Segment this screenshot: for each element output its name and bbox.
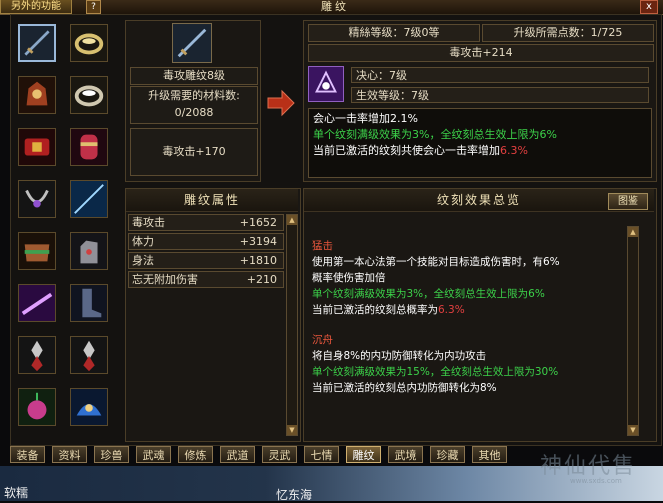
tab-collection[interactable]: 珍藏 bbox=[430, 446, 465, 463]
attribute-scrollbar[interactable]: ▲ ▼ bbox=[286, 214, 298, 436]
scroll-down-icon[interactable]: ▼ bbox=[628, 425, 638, 435]
carving-item-name: 毒攻雕纹8级 bbox=[130, 67, 258, 85]
attr-row: 身法 +1810 bbox=[128, 252, 284, 269]
material-requirement: 升级需要的材料数: 0/2088 bbox=[130, 86, 258, 124]
slot-charm2-icon[interactable] bbox=[70, 336, 108, 374]
slot-mount-icon[interactable] bbox=[70, 388, 108, 426]
desc-line-3: 当前已激活的纹刻共使会心一击率增加6.3% bbox=[313, 143, 647, 159]
desc-line-1: 会心一击率增加2.1% bbox=[313, 112, 418, 125]
tab-equipment[interactable]: 装备 bbox=[10, 446, 45, 463]
slot-bracer-icon[interactable] bbox=[70, 128, 108, 166]
refine-level: 精絲等级：7级0等 bbox=[308, 24, 480, 42]
attr-key: 体力 bbox=[132, 235, 154, 248]
skill-rune-icon bbox=[308, 66, 344, 102]
codex-button[interactable]: 图鉴 bbox=[608, 193, 648, 210]
desc-line-3-text: 当前已激活的纹刻共使会心一击率增加 bbox=[313, 144, 500, 157]
skill-description: 会心一击率增加2.1% 单个纹刻满级效果为3%，全纹刻总生效上限为6% 当前已激… bbox=[308, 108, 652, 178]
scroll-up-icon[interactable]: ▲ bbox=[628, 227, 638, 237]
overview-line: 概率使伤害加倍 bbox=[312, 272, 386, 284]
attr-key: 毒攻击 bbox=[132, 216, 165, 229]
overview-line-text: 当前已激活的纹刻总概率为 bbox=[312, 304, 438, 316]
slot-necklace-icon[interactable] bbox=[18, 180, 56, 218]
slot-helmet-icon[interactable] bbox=[18, 76, 56, 114]
overview-line: 当前已激活的纹刻总概率为6.3% bbox=[312, 302, 622, 318]
attr-key: 忘无附加伤害 bbox=[132, 273, 198, 286]
upgrade-arrow-icon bbox=[266, 88, 296, 118]
watermark-logo: 神仙代售 www.sxds.com bbox=[540, 448, 660, 488]
left-panel-tab[interactable]: 另外的功能 bbox=[0, 0, 72, 14]
slot-charm-icon[interactable] bbox=[18, 336, 56, 374]
tab-soul[interactable]: 武魂 bbox=[136, 446, 171, 463]
player-name[interactable]: 软糯 bbox=[4, 484, 28, 501]
slot-boots-icon[interactable] bbox=[70, 284, 108, 322]
overview-line: 单个纹刻满级效果为3%，全纹刻总生效上限为6% bbox=[312, 288, 545, 300]
attribute-panel-title: 雕纹属性 bbox=[126, 189, 298, 212]
attr-value: +1810 bbox=[239, 254, 277, 267]
attr-key: 身法 bbox=[132, 254, 154, 267]
tab-other[interactable]: 其他 bbox=[472, 446, 507, 463]
bottom-tab-bar: 装备 资料 珍兽 武魂 修炼 武道 灵武 七情 雕纹 武境 珍藏 其他 bbox=[10, 446, 522, 464]
watermark-text: 神仙代售 bbox=[540, 454, 637, 479]
attr-row: 体力 +3194 bbox=[128, 233, 284, 250]
skill-name: 决心：7级 bbox=[351, 67, 649, 83]
attr-row: 忘无附加伤害 +210 bbox=[128, 271, 284, 288]
current-attribute: 毒攻击+214 bbox=[308, 44, 654, 62]
overview-scrollbar[interactable]: ▲ ▼ bbox=[627, 226, 639, 436]
scroll-up-icon[interactable]: ▲ bbox=[287, 215, 297, 225]
slot-belt-icon[interactable] bbox=[18, 128, 56, 166]
help-button[interactable]: ? bbox=[86, 0, 101, 14]
desc-line-2: 单个纹刻满级效果为3%，全纹刻总生效上限为6% bbox=[313, 128, 557, 141]
material-label: 升级需要的材料数: bbox=[148, 89, 240, 102]
player-name[interactable]: 忆东海 bbox=[276, 486, 312, 503]
overview-panel-title: 纹刻效果总览 bbox=[304, 189, 654, 212]
carving-item-sword-icon bbox=[172, 23, 212, 63]
overview-line: 单个纹刻满级效果为15%，全纹刻总生效上限为30% bbox=[312, 366, 559, 378]
tab-pets[interactable]: 珍兽 bbox=[94, 446, 129, 463]
window-title: 雕纹 bbox=[321, 0, 349, 13]
tab-spirit[interactable]: 灵武 bbox=[262, 446, 297, 463]
slot-ring2-icon[interactable] bbox=[70, 76, 108, 114]
close-button[interactable]: x bbox=[640, 0, 658, 14]
overview-line: 将自身8%的内功防御转化为内功攻击 bbox=[312, 350, 487, 362]
tab-wudao[interactable]: 武道 bbox=[220, 446, 255, 463]
tab-emotions[interactable]: 七情 bbox=[304, 446, 339, 463]
tab-realm[interactable]: 武境 bbox=[388, 446, 423, 463]
slot-gloves-icon[interactable] bbox=[70, 232, 108, 270]
material-value: 0/2088 bbox=[174, 106, 214, 119]
attr-row: 毒攻击 +1652 bbox=[128, 214, 284, 231]
desc-line-3-value: 6.3% bbox=[500, 144, 528, 157]
slot-spear-icon[interactable] bbox=[70, 180, 108, 218]
attr-value: +210 bbox=[246, 273, 277, 286]
tab-profile[interactable]: 资料 bbox=[52, 446, 87, 463]
overview-line: 当前已激活的纹刻总内功防御转化为8% bbox=[312, 382, 497, 394]
carving-item-attribute: 毒攻击+170 bbox=[130, 128, 258, 176]
carving-slot-grid bbox=[14, 20, 120, 438]
attr-value: +3194 bbox=[239, 235, 277, 248]
scroll-down-icon[interactable]: ▼ bbox=[287, 425, 297, 435]
slot-sword-icon[interactable] bbox=[18, 24, 56, 62]
attr-value: +1652 bbox=[239, 216, 277, 229]
upgrade-points: 升级所需点数：1/725 bbox=[482, 24, 654, 42]
overview-line: 使用第一本心法第一个技能对目标造成伤害时，有6% bbox=[312, 256, 560, 268]
watermark-url: www.sxds.com bbox=[570, 477, 622, 485]
slot-ring-icon[interactable] bbox=[70, 24, 108, 62]
overview-line-value: 6.3% bbox=[438, 304, 465, 316]
slot-blade-icon[interactable] bbox=[18, 284, 56, 322]
slot-armor-icon[interactable] bbox=[18, 232, 56, 270]
overview-content: 猛击 使用第一本心法第一个技能对目标造成伤害时，有6% 概率使伤害加倍 单个纹刻… bbox=[312, 238, 622, 434]
tab-carving[interactable]: 雕纹 bbox=[346, 446, 381, 463]
effect-level: 生效等级：7级 bbox=[351, 87, 649, 103]
overview-skill-title: 沉舟 bbox=[312, 334, 333, 346]
overview-skill-title: 猛击 bbox=[312, 240, 333, 252]
tab-cultivate[interactable]: 修炼 bbox=[178, 446, 213, 463]
slot-pendant-icon[interactable] bbox=[18, 388, 56, 426]
